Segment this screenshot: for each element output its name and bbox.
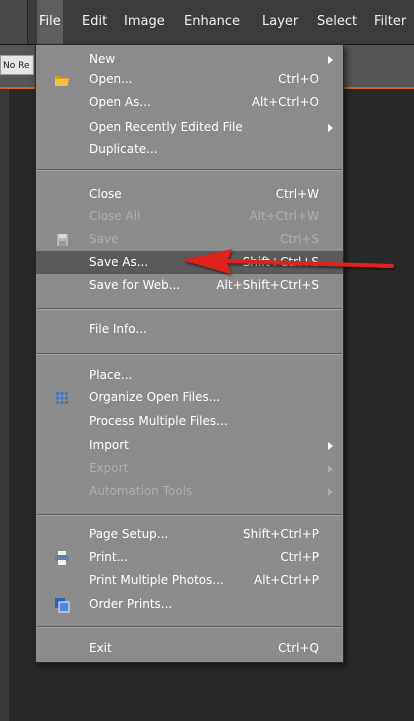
grid-icon (56, 392, 68, 404)
menu-item-close[interactable]: Close Ctrl+W (36, 183, 343, 206)
menu-item-open-as[interactable]: Open As... Alt+Ctrl+O (36, 91, 343, 114)
menu-item-order-prints[interactable]: Order Prints... (36, 593, 343, 616)
submenu-arrow-icon (328, 488, 333, 496)
menu-item-label: Close All (89, 209, 141, 223)
menu-bar-left-edge (0, 0, 28, 44)
menu-item-label: Duplicate... (89, 142, 158, 156)
menu-enhance[interactable]: Enhance (182, 0, 242, 44)
menu-item-label: File Info... (89, 322, 147, 336)
menu-item-shortcut: Shift+Ctrl+P (243, 527, 319, 541)
menu-item-save-as[interactable]: Save As... Shift+Ctrl+S (36, 251, 343, 274)
menu-item-label: Save (89, 232, 119, 246)
menu-separator (37, 514, 342, 516)
menu-item-label: Place... (89, 368, 133, 382)
file-menu-dropdown: New Open... Ctrl+O Open As... Alt+Ctrl+O… (35, 44, 344, 663)
menu-item-label: Save As... (89, 255, 149, 269)
menu-item-import[interactable]: Import (36, 434, 343, 457)
menu-bar: File Edit Image Enhance Layer Select Fil… (0, 0, 414, 45)
menu-item-label: Print... (89, 550, 129, 564)
menu-item-shortcut: Alt+Ctrl+O (251, 95, 319, 109)
menu-item-label: Import (89, 438, 129, 452)
menu-item-label: Print Multiple Photos... (89, 573, 224, 587)
menu-item-print[interactable]: Print... Ctrl+P (36, 546, 343, 569)
menu-item-save: Save Ctrl+S (36, 228, 343, 251)
menu-item-label: Page Setup... (89, 527, 169, 541)
menu-item-shortcut: Alt+Ctrl+P (254, 573, 319, 587)
menu-item-exit[interactable]: Exit Ctrl+Q (36, 637, 343, 660)
printer-icon (55, 551, 69, 565)
menu-separator (37, 308, 342, 310)
menu-item-process-multiple-files[interactable]: Process Multiple Files... (36, 410, 343, 433)
menu-item-shortcut: Ctrl+S (279, 232, 319, 246)
menu-item-label: Export (89, 461, 129, 475)
save-disk-icon (57, 234, 68, 246)
menu-item-place[interactable]: Place... (36, 364, 343, 387)
menu-item-automation-tools: Automation Tools (36, 480, 343, 503)
menu-item-open[interactable]: Open... Ctrl+O (36, 68, 343, 91)
menu-item-open-recent[interactable]: Open Recently Edited File (36, 116, 343, 139)
tool-panel-edge (0, 89, 9, 721)
menu-edit[interactable]: Edit (80, 0, 109, 44)
folder-icon (55, 76, 69, 86)
menu-item-close-all: Close All Alt+Ctrl+W (36, 205, 343, 228)
menu-item-shortcut: Ctrl+P (280, 550, 319, 564)
menu-item-shortcut: Ctrl+W (275, 187, 319, 201)
menu-separator (37, 626, 342, 628)
order-prints-icon (55, 598, 70, 613)
submenu-arrow-icon (328, 124, 333, 132)
menu-item-label: Process Multiple Files... (89, 414, 228, 428)
menu-separator (37, 353, 342, 355)
menu-item-shortcut: Alt+Shift+Ctrl+S (216, 278, 319, 292)
menu-item-label: Order Prints... (89, 597, 173, 611)
menu-item-label: Open... (89, 72, 133, 86)
menu-item-label: Open Recently Edited File (89, 120, 243, 134)
submenu-arrow-icon (328, 442, 333, 450)
menu-item-save-for-web[interactable]: Save for Web... Alt+Shift+Ctrl+S (36, 274, 343, 297)
menu-filter[interactable]: Filter (372, 0, 408, 44)
menu-image[interactable]: Image (122, 0, 167, 44)
menu-item-label: Save for Web... (89, 278, 181, 292)
menu-layer[interactable]: Layer (260, 0, 300, 44)
menu-item-print-multiple-photos[interactable]: Print Multiple Photos... Alt+Ctrl+P (36, 569, 343, 592)
submenu-arrow-icon (328, 56, 333, 64)
submenu-arrow-icon (328, 465, 333, 473)
menu-item-shortcut: Ctrl+O (278, 72, 319, 86)
menu-item-label: Open As... (89, 95, 151, 109)
options-field[interactable]: No Re (0, 55, 34, 75)
menu-select[interactable]: Select (315, 0, 359, 44)
menu-item-export: Export (36, 457, 343, 480)
menu-item-label: Organize Open Files... (89, 390, 221, 404)
menu-item-label: Automation Tools (89, 484, 193, 498)
menu-item-shortcut: Shift+Ctrl+S (242, 255, 319, 269)
menu-item-label: Exit (89, 641, 112, 655)
menu-item-shortcut: Alt+Ctrl+W (249, 209, 319, 223)
menu-item-shortcut: Ctrl+Q (278, 641, 319, 655)
menu-separator (37, 169, 342, 171)
menu-item-page-setup[interactable]: Page Setup... Shift+Ctrl+P (36, 523, 343, 546)
menu-item-organize-open-files[interactable]: Organize Open Files... (36, 386, 343, 409)
menu-item-file-info[interactable]: File Info... (36, 318, 343, 341)
menu-item-label: Close (89, 187, 122, 201)
menu-item-duplicate[interactable]: Duplicate... (36, 138, 343, 161)
menu-file[interactable]: File (37, 0, 63, 44)
